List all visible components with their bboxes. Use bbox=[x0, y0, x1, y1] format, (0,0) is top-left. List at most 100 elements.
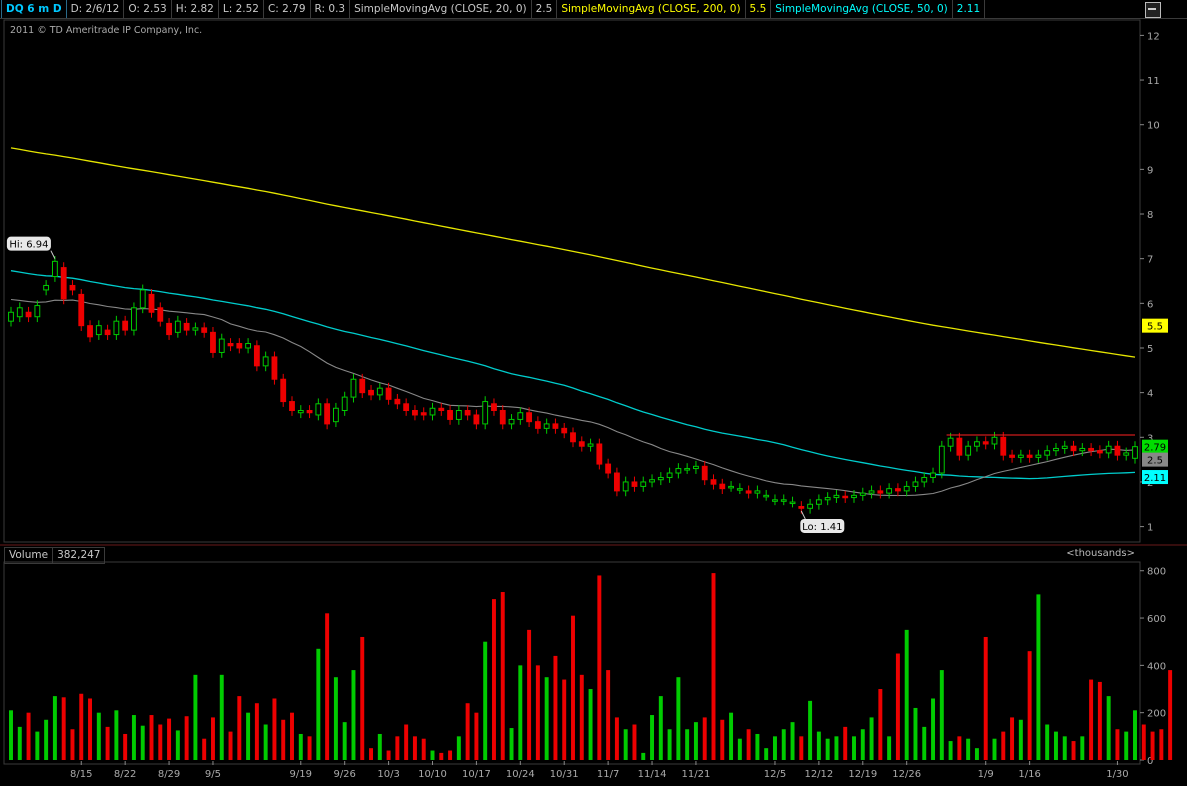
volume-bar bbox=[843, 726, 848, 760]
candle-body bbox=[587, 443, 594, 447]
sma20-badge: 2.5 bbox=[1147, 456, 1163, 467]
candle-body bbox=[719, 483, 726, 490]
candle-body bbox=[16, 307, 23, 318]
candle-body bbox=[227, 343, 234, 347]
candle-body bbox=[403, 403, 410, 412]
volume-bar bbox=[500, 592, 505, 760]
date-tick-label: 1/16 bbox=[1018, 769, 1040, 780]
candle-body bbox=[693, 465, 699, 470]
volume-bar bbox=[175, 730, 180, 760]
candle-body bbox=[605, 463, 612, 474]
candle-body bbox=[332, 407, 339, 423]
volume-label[interactable]: Volume bbox=[4, 546, 54, 564]
price-volume-chart[interactable]: 2011 © TD Ameritrade IP Company, Inc. 12… bbox=[0, 0, 1187, 786]
candle-body bbox=[69, 284, 76, 291]
volume-bar bbox=[588, 689, 593, 760]
candle-body bbox=[1044, 450, 1051, 456]
price-tick-label: 7 bbox=[1147, 255, 1153, 266]
price-panel-border bbox=[3, 19, 1141, 543]
candle-body bbox=[526, 412, 533, 423]
volume-bar bbox=[140, 725, 145, 760]
volume-bar bbox=[1141, 724, 1146, 760]
volume-bar bbox=[571, 615, 575, 760]
volume-bar bbox=[1045, 724, 1050, 760]
volume-bar bbox=[632, 724, 637, 760]
candle-body bbox=[508, 418, 515, 425]
volume-bar bbox=[307, 736, 312, 760]
volume-bar bbox=[114, 710, 119, 760]
volume-header: Volume 382,247 bbox=[4, 546, 106, 564]
date-tick-label: 10/17 bbox=[462, 769, 491, 780]
date-tick-label: 8/22 bbox=[114, 769, 136, 780]
candle-body bbox=[429, 407, 436, 416]
volume-bar bbox=[1168, 670, 1173, 760]
date-tick-label: 11/21 bbox=[682, 769, 711, 780]
candle-body bbox=[561, 427, 568, 434]
candle-body bbox=[1123, 452, 1130, 456]
candle-body bbox=[51, 260, 58, 278]
date-tick-label: 12/5 bbox=[764, 769, 786, 780]
candle-body bbox=[306, 410, 313, 414]
sma200-badge: 5.5 bbox=[1147, 322, 1163, 333]
candle-body bbox=[543, 423, 550, 429]
volume-bar bbox=[667, 729, 672, 760]
candle-body bbox=[438, 407, 445, 412]
candle-body bbox=[245, 343, 252, 349]
volume-bar bbox=[254, 703, 259, 760]
volume-units: <thousands> bbox=[1066, 548, 1135, 559]
volume-bar bbox=[939, 670, 944, 760]
candle-body bbox=[842, 495, 849, 499]
volume-bar bbox=[895, 653, 900, 760]
volume-bar bbox=[246, 712, 251, 760]
price-tick-label: 4 bbox=[1147, 389, 1153, 400]
candle-body bbox=[218, 338, 225, 353]
candle-body bbox=[139, 289, 146, 309]
volume-bar bbox=[974, 748, 979, 760]
candle-body bbox=[297, 410, 304, 414]
volume-bar bbox=[202, 738, 207, 760]
volume-bar bbox=[799, 736, 804, 760]
candle-body bbox=[938, 445, 945, 474]
volume-bar bbox=[957, 736, 962, 760]
candle-body bbox=[104, 329, 111, 336]
volume-bar bbox=[1106, 696, 1111, 760]
volume-bar bbox=[781, 729, 786, 760]
volume-bar bbox=[1150, 731, 1155, 760]
volume-bar bbox=[729, 712, 734, 760]
candle-body bbox=[236, 343, 243, 349]
volume-bar bbox=[966, 738, 971, 760]
date-tick-label: 1/30 bbox=[1106, 769, 1128, 780]
date-tick-label: 9/5 bbox=[205, 769, 221, 780]
candle-body bbox=[894, 488, 901, 492]
volume-bar bbox=[491, 599, 496, 760]
volume-bar bbox=[1124, 731, 1129, 760]
candle-body bbox=[1017, 454, 1024, 458]
date-tick-label: 8/15 bbox=[70, 769, 92, 780]
candle-body bbox=[815, 499, 822, 505]
candle-body bbox=[1026, 454, 1033, 458]
volume-bar bbox=[1115, 729, 1120, 760]
volume-bar bbox=[167, 718, 172, 760]
candle-body bbox=[95, 325, 102, 336]
volume-bar bbox=[44, 719, 49, 760]
volume-bar bbox=[1080, 736, 1085, 760]
volume-bar bbox=[737, 738, 742, 760]
volume-bar bbox=[325, 613, 330, 760]
volume-bar bbox=[272, 698, 277, 760]
volume-bar bbox=[948, 741, 953, 760]
candle-body bbox=[780, 499, 787, 502]
candle-body bbox=[657, 476, 664, 481]
candle-body bbox=[87, 325, 93, 338]
volume-bar bbox=[474, 712, 479, 760]
candle-body bbox=[701, 465, 708, 481]
candle-body bbox=[613, 472, 620, 492]
candle-body bbox=[886, 488, 893, 494]
candle-body bbox=[253, 345, 260, 367]
lo-label: Lo: 1.41 bbox=[802, 522, 842, 533]
volume-bar bbox=[650, 715, 655, 760]
candle-body bbox=[912, 481, 919, 487]
volume-bar bbox=[448, 750, 453, 760]
candle-body bbox=[1053, 447, 1059, 452]
volume-bar bbox=[298, 733, 303, 760]
hi-pointer bbox=[50, 250, 56, 259]
